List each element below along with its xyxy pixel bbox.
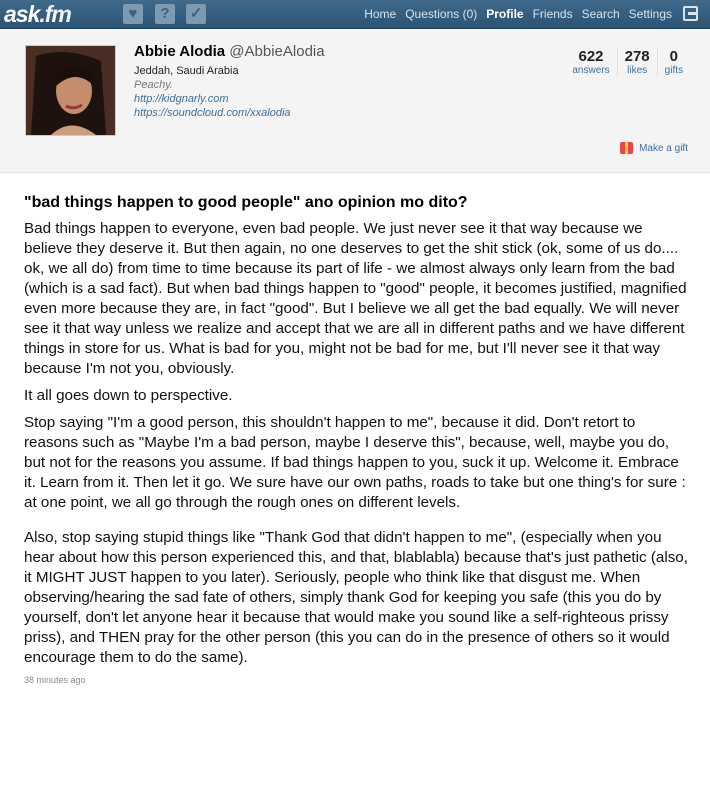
heart-icon[interactable]: ♥ (123, 4, 143, 24)
profile-bio: Peachy. (134, 79, 173, 91)
profile-link-website[interactable]: http://kidgnarly.com (134, 92, 325, 106)
logout-icon[interactable] (683, 6, 698, 21)
question-answer: "bad things happen to good people" ano o… (0, 193, 710, 685)
profile-location: Jeddah, Saudi Arabia (134, 65, 239, 77)
nav-profile[interactable]: Profile (486, 7, 523, 21)
answer-paragraph: Stop saying "I'm a good person, this sho… (24, 414, 686, 511)
answer-paragraph: Also, stop saying stupid things like "Th… (24, 529, 688, 666)
nav-home[interactable]: Home (364, 7, 396, 21)
nav-friends[interactable]: Friends (533, 7, 573, 21)
top-navigation-bar: ask.fm ♥ ? ✓ Home Questions (0) Profile … (0, 0, 710, 29)
nav-search[interactable]: Search (582, 7, 620, 21)
avatar-image (26, 46, 115, 135)
check-icon[interactable]: ✓ (186, 4, 206, 24)
question-title: "bad things happen to good people" ano o… (24, 194, 468, 211)
stat-answers[interactable]: 622 answers (565, 49, 616, 77)
profile-name: Abbie Alodia @AbbieAlodia (134, 43, 325, 60)
nav-settings[interactable]: Settings (629, 7, 672, 21)
make-gift-button[interactable]: Make a gift (620, 142, 688, 154)
answer-timestamp[interactable]: 38 minutes ago (24, 675, 688, 685)
profile-header: Abbie Alodia @AbbieAlodia Jeddah, Saudi … (0, 29, 710, 173)
answer-paragraph: It all goes down to perspective. (24, 387, 233, 404)
question-icon[interactable]: ? (155, 4, 175, 24)
stat-gifts[interactable]: 0 gifts (656, 49, 690, 76)
answer-body: Bad things happen to everyone, even bad … (24, 219, 688, 668)
main-nav: Home Questions (0) Profile Friends Searc… (364, 0, 672, 28)
profile-stats: 622 answers 278 likes 0 gifts (565, 49, 690, 76)
nav-questions[interactable]: Questions (0) (405, 7, 477, 21)
gift-icon (620, 142, 634, 154)
profile-link-soundcloud[interactable]: https://soundcloud.com/xxalodia (134, 106, 325, 120)
profile-info: Abbie Alodia @AbbieAlodia Jeddah, Saudi … (134, 43, 325, 120)
answer-paragraph: Bad things happen to everyone, even bad … (24, 220, 687, 377)
askfm-logo[interactable]: ask.fm (4, 1, 72, 27)
stat-likes[interactable]: 278 likes (616, 49, 657, 76)
avatar[interactable] (25, 45, 116, 136)
